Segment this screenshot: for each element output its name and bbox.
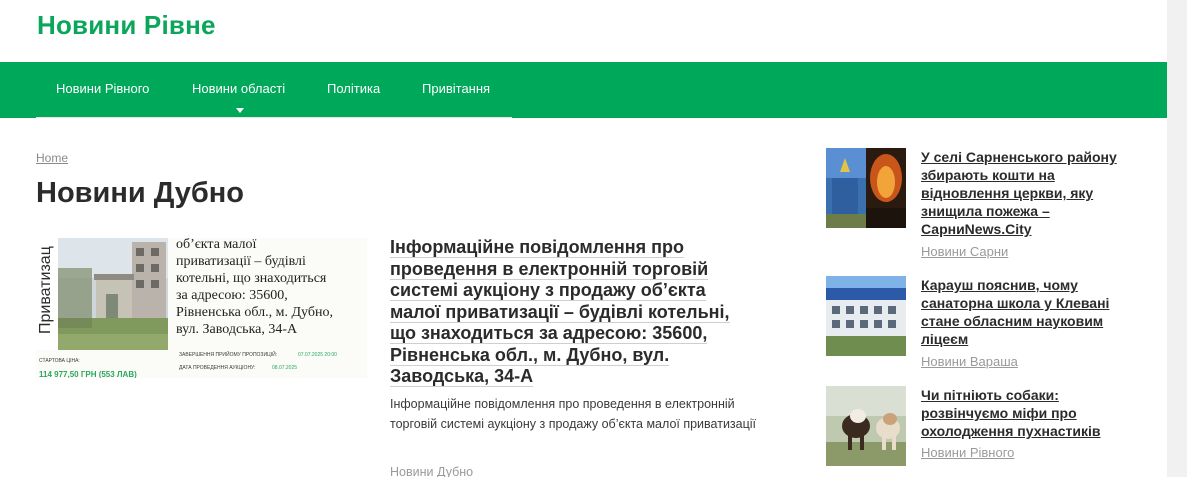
sidebar-post-title-1[interactable]: У селі Сарненського району збирають кошт… (921, 148, 1126, 238)
sidebar-thumbnail-3[interactable] (826, 386, 906, 466)
church-fire-image (826, 148, 906, 228)
nav-item-politics[interactable]: Політика (327, 62, 380, 118)
sidebar-post-category-3[interactable]: Новини Рівного (921, 445, 1014, 460)
article-category-link[interactable]: Новини Дубно (390, 465, 473, 477)
dogs-running-image (826, 386, 906, 466)
svg-text:ЗАВЕРШЕННЯ ПРИЙОМУ ПРОПОЗИЦІЙ:: ЗАВЕРШЕННЯ ПРИЙОМУ ПРОПОЗИЦІЙ: (179, 350, 277, 358)
svg-text:приватизації – будівлі: приватизації – будівлі (176, 254, 306, 269)
page-scrollbar[interactable] (1167, 0, 1187, 477)
svg-text:Рівненська обл., м. Дубно,: Рівненська обл., м. Дубно, (176, 305, 333, 320)
poster-vertical-label: Приватизац (37, 246, 54, 334)
page-title: Новини Дубно (36, 177, 244, 209)
nav-item-greetings[interactable]: Привітання (422, 62, 490, 118)
svg-text:об’єкта малої: об’єкта малої (176, 238, 257, 252)
svg-text:ДАТА ПРОВЕДЕННЯ АУКЦІОНУ:: ДАТА ПРОВЕДЕННЯ АУКЦІОНУ: (179, 365, 256, 371)
sidebar-post-category-1[interactable]: Новини Сарни (921, 244, 1008, 259)
school-building-image (826, 276, 906, 356)
sidebar-post-title-3[interactable]: Чи пітніють собаки: розвінчуємо міфи про… (921, 386, 1126, 440)
sidebar-thumbnail-1[interactable] (826, 148, 906, 228)
svg-text:котельні, що знаходиться: котельні, що знаходиться (176, 271, 327, 286)
nav-item-rivne-news[interactable]: Новини Рівного (56, 62, 149, 118)
svg-text:СТАРТОВА ЦІНА:: СТАРТОВА ЦІНА: (39, 358, 80, 364)
site-title[interactable]: Новини Рівне (37, 10, 216, 41)
svg-text:за адресою: 35600,: за адресою: 35600, (176, 288, 288, 303)
article-excerpt: Інформаційне повідомлення про проведення… (390, 397, 757, 431)
svg-text:07.07.2025 20:00: 07.07.2025 20:00 (298, 352, 337, 358)
chevron-down-icon[interactable] (236, 108, 244, 113)
privatization-poster-image: Приватизац об’єкта малої приватизації – … (36, 238, 367, 378)
sidebar-thumbnail-2[interactable] (826, 276, 906, 356)
svg-text:114 977,50 ГРН (553 ЛАВ): 114 977,50 ГРН (553 ЛАВ) (39, 370, 137, 378)
article-thumbnail[interactable]: Приватизац об’єкта малої приватизації – … (36, 238, 367, 378)
breadcrumb-home[interactable]: Home (36, 151, 68, 165)
sidebar-post-title-2[interactable]: Карауш пояснив, чому санаторна школа у К… (921, 276, 1126, 348)
nav-divider (36, 117, 512, 118)
svg-text:вул. Заводська, 34-А: вул. Заводська, 34-А (176, 322, 298, 337)
main-navigation: Новини Рівного Новини області Політика П… (0, 62, 1167, 118)
article-title-text[interactable]: Інформаційне повідомлення про проведення… (390, 237, 730, 387)
svg-text:08.07.2025: 08.07.2025 (272, 365, 297, 371)
sidebar-post-category-2[interactable]: Новини Вараша (921, 354, 1018, 369)
article-title-link[interactable]: Інформаційне повідомлення про проведення… (390, 237, 740, 388)
